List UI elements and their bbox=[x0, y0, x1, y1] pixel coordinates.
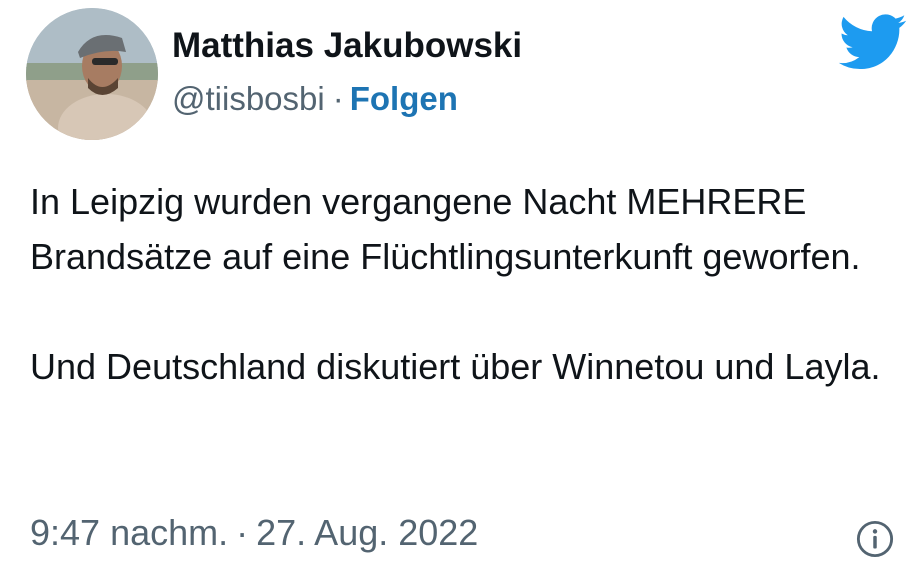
twitter-bird-icon[interactable] bbox=[838, 14, 908, 71]
info-icon[interactable] bbox=[856, 520, 894, 558]
handle-separator: · bbox=[332, 80, 344, 117]
tweet-card: Matthias Jakubowski @tiisbosbi · Folgen In… bbox=[0, 0, 921, 584]
tweet-paragraph: Und Deutschland diskutiert über Winnetou… bbox=[30, 346, 881, 387]
tweet-paragraph: In Leipzig wurden vergangene Nacht MEHRE… bbox=[30, 181, 861, 277]
tweet-time[interactable]: 9:47 nachm. bbox=[30, 512, 228, 553]
tweet-metadata: 9:47 nachm. · 27. Aug. 2022 bbox=[30, 512, 478, 554]
tweet-date[interactable]: 27. Aug. 2022 bbox=[256, 512, 478, 553]
follow-button[interactable]: Folgen bbox=[350, 80, 458, 117]
meta-separator: · bbox=[236, 512, 249, 553]
author-display-name[interactable]: Matthias Jakubowski bbox=[172, 26, 522, 66]
tweet-text: In Leipzig wurden vergangene Nacht MEHRE… bbox=[30, 174, 900, 394]
avatar[interactable] bbox=[26, 8, 158, 140]
author-handle[interactable]: @tiisbosbi bbox=[172, 80, 325, 117]
author-handle-row: @tiisbosbi · Folgen bbox=[172, 80, 458, 118]
avatar-photo bbox=[26, 8, 158, 140]
